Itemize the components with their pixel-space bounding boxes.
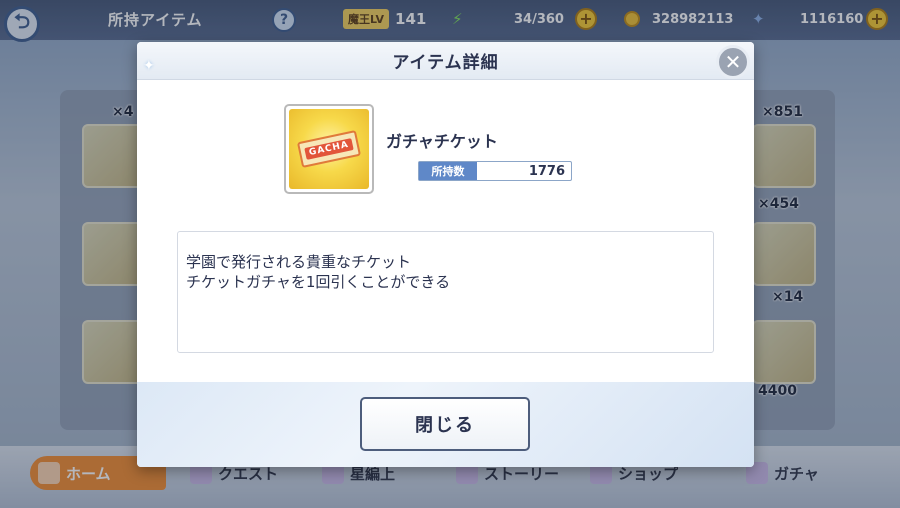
- gacha-ticket-icon: GACHA: [289, 109, 369, 189]
- item-image: GACHA: [284, 104, 374, 194]
- description-line: チケットガチャを1回引くことができる: [186, 273, 451, 291]
- ticket-text: GACHA: [304, 138, 354, 160]
- owned-count-label: 所持数: [419, 162, 477, 180]
- ticket-graphic: GACHA: [296, 130, 362, 168]
- item-detail-dialog: ✦ アイテム詳細 ✕ GACHA ガチャチケット 所持数 1776 学園で発行さ…: [137, 42, 754, 467]
- sparkle-icon: ✦: [143, 58, 155, 74]
- close-dialog-button[interactable]: 閉じる: [360, 397, 530, 451]
- close-x-icon: ✕: [724, 50, 742, 74]
- dialog-header: ✦ アイテム詳細: [137, 42, 754, 80]
- owned-count-value: 1776: [528, 163, 565, 179]
- dialog-footer: 閉じる: [137, 382, 754, 467]
- item-name: ガチャチケット: [386, 132, 498, 151]
- close-button[interactable]: ✕: [716, 45, 750, 79]
- item-description: 学園で発行される貴重なチケット チケットガチャを1回引くことができる: [177, 231, 714, 353]
- owned-count-box: 所持数 1776: [418, 161, 572, 181]
- description-line: 学園で発行される貴重なチケット: [186, 253, 412, 271]
- dialog-title: アイテム詳細: [392, 53, 499, 73]
